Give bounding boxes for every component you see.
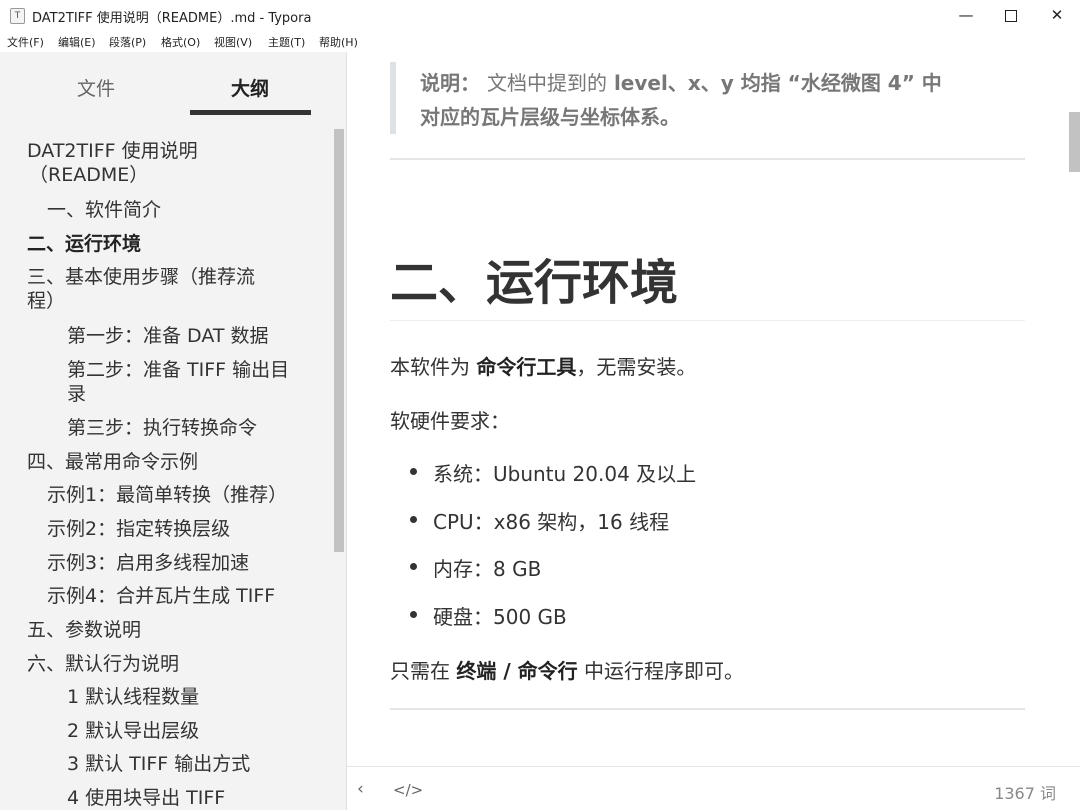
quote-line2: 对应的瓦片层级与坐标体系。 xyxy=(420,105,680,129)
toggle-sidebar-icon[interactable]: ‹ xyxy=(357,779,364,799)
outline-item-active[interactable]: 二、运行环境 xyxy=(27,232,141,257)
quote-label: 说明： xyxy=(420,71,480,95)
outline-item[interactable]: 示例1：最简单转换（推荐） xyxy=(47,483,287,508)
source-code-mode-icon[interactable]: </> xyxy=(393,781,423,799)
menu-file[interactable]: 文件(F) xyxy=(7,34,44,50)
menu-paragraph[interactable]: 段落(P) xyxy=(109,34,146,50)
outline-item[interactable]: 示例2：指定转换层级 xyxy=(47,517,230,542)
paragraph-intro: 本软件为 命令行工具，无需安装。 xyxy=(390,351,696,380)
menu-help[interactable]: 帮助(H) xyxy=(319,34,358,50)
menu-edit[interactable]: 编辑(E) xyxy=(58,34,96,50)
status-bar: ‹ </> 1367 词 xyxy=(347,766,1080,811)
outline-item[interactable]: 四、最常用命令示例 xyxy=(27,450,198,475)
tab-files[interactable]: 文件 xyxy=(36,74,156,101)
word-count[interactable]: 1367 词 xyxy=(994,780,1056,804)
outline-item[interactable]: 第三步：执行转换命令 xyxy=(67,416,257,441)
blockquote: 说明： 文档中提到的 level、x、y 均指 “水经微图 4” 中 对应的瓦片… xyxy=(390,62,986,134)
blockquote-text: 说明： 文档中提到的 level、x、y 均指 “水经微图 4” 中 对应的瓦片… xyxy=(420,66,980,134)
paragraph-requirements: 软硬件要求： xyxy=(390,409,510,433)
paragraph-terminal: 只需在 终端 / 命令行 中运行程序即可。 xyxy=(390,655,744,684)
list-item: 硬盘：500 GB xyxy=(433,605,567,629)
menu-format[interactable]: 格式(O) xyxy=(161,34,200,50)
intro-pre: 本软件为 xyxy=(390,355,470,379)
outline-item[interactable]: 一、软件简介 xyxy=(47,198,161,223)
horizontal-rule xyxy=(390,158,1025,160)
section-heading: 二、运行环境 xyxy=(390,255,679,311)
outline-item[interactable]: 4 使用块导出 TIFF xyxy=(67,786,225,810)
intro-bold: 命令行工具 xyxy=(476,355,577,379)
outline-item[interactable]: 示例4：合并瓦片生成 TIFF xyxy=(47,584,275,609)
outline-item[interactable]: 程） xyxy=(27,289,65,314)
horizontal-rule xyxy=(390,708,1025,710)
active-tab-indicator xyxy=(190,110,311,115)
minimize-button[interactable]: — xyxy=(943,0,989,30)
outline-item[interactable]: 3 默认 TIFF 输出方式 xyxy=(67,752,250,777)
outline-item[interactable]: 三、基本使用步骤（推荐流 xyxy=(27,265,255,290)
close-button[interactable]: ✕ xyxy=(1034,0,1080,30)
outline-item[interactable]: 录 xyxy=(67,382,86,407)
quote-line1-bold: level、x、y 均指 “水经微图 4” 中 xyxy=(613,71,942,95)
list-item: CPU：x86 架构，16 线程 xyxy=(433,510,670,534)
maximize-icon xyxy=(1005,9,1017,22)
outline-item[interactable]: 2 默认导出层级 xyxy=(67,719,199,744)
outline-item[interactable]: 五、参数说明 xyxy=(27,618,141,643)
outline-item[interactable]: 1 默认线程数量 xyxy=(67,685,199,710)
outline-item[interactable]: 第二步：准备 TIFF 输出目 xyxy=(67,358,289,383)
bullet-dot xyxy=(410,611,417,618)
heading-underline xyxy=(390,320,1025,321)
tab-outline[interactable]: 大纲 xyxy=(190,74,310,101)
sidebar-scrollbar-thumb[interactable] xyxy=(334,129,344,552)
menu-view[interactable]: 视图(V) xyxy=(214,34,252,50)
menu-bar: 文件(F) 编辑(E) 段落(P) 格式(O) 视图(V) 主题(T) 帮助(H… xyxy=(0,30,1080,52)
terminal-pre: 只需在 xyxy=(390,659,450,683)
editor-scrollbar-thumb[interactable] xyxy=(1069,112,1080,172)
terminal-post: 中运行程序即可。 xyxy=(583,659,744,683)
minimize-icon: — xyxy=(958,6,974,24)
maximize-button[interactable] xyxy=(988,0,1034,30)
outline-item[interactable]: 第一步：准备 DAT 数据 xyxy=(67,324,269,349)
terminal-bold: 终端 / 命令行 xyxy=(456,659,578,683)
bullet-dot xyxy=(410,468,417,475)
bullet-dot xyxy=(410,563,417,570)
sidebar: 文件 大纲 DAT2TIFF 使用说明 （README） 一、软件简介 二、运行… xyxy=(0,52,347,810)
outline-item[interactable]: （README） xyxy=(29,163,148,188)
quote-line1-normal: 文档中提到的 xyxy=(486,71,607,95)
list-item: 系统：Ubuntu 20.04 及以上 xyxy=(433,462,697,486)
typora-app-icon: T xyxy=(10,8,25,24)
window-title: DAT2TIFF 使用说明（README）.md - Typora xyxy=(32,11,312,26)
title-bar: T DAT2TIFF 使用说明（README）.md - Typora — ✕ xyxy=(0,0,1080,30)
menu-theme[interactable]: 主题(T) xyxy=(268,34,305,50)
list-item: 内存：8 GB xyxy=(433,557,542,581)
close-icon: ✕ xyxy=(1050,6,1064,24)
outline-item[interactable]: 示例3：启用多线程加速 xyxy=(47,551,249,576)
editor-pane[interactable]: 说明： 文档中提到的 level、x、y 均指 “水经微图 4” 中 对应的瓦片… xyxy=(347,52,1080,765)
intro-post: ，无需安装。 xyxy=(576,355,697,379)
outline-item[interactable]: 六、默认行为说明 xyxy=(27,652,179,677)
bullet-dot xyxy=(410,516,417,523)
outline-item[interactable]: DAT2TIFF 使用说明 xyxy=(27,139,198,164)
